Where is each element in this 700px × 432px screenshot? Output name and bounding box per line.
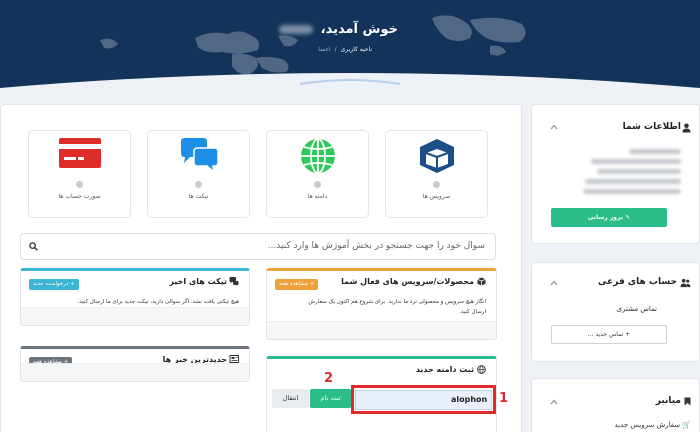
redacted-address-line3 xyxy=(585,179,681,184)
new-ticket-button[interactable]: + درخواست جدید xyxy=(29,279,79,290)
panel-title: اطلاعات شما xyxy=(622,122,681,132)
panel-title: تیکت های اخیر xyxy=(169,277,227,286)
redacted-address-line2 xyxy=(597,169,681,174)
view-all-services-button[interactable]: + مشاهده همه xyxy=(275,279,319,290)
sub-accounts-panel: حساب های فرعی تماس مشتری xyxy=(531,262,700,362)
tile-count-dot xyxy=(314,181,321,188)
domain-transfer-button[interactable]: انتقال xyxy=(272,389,309,408)
services-empty-text-line1: انگار هیچ سرویس و محصولی نزد ما ندارید. … xyxy=(308,299,486,305)
search-icon[interactable] xyxy=(29,242,38,251)
box-icon xyxy=(419,139,454,173)
order-new-service-link[interactable]: 🛒 سفارش سرویس جدید xyxy=(615,421,691,429)
redacted-address-line4 xyxy=(583,189,681,194)
chat-bubbles-icon xyxy=(180,138,219,174)
tile-count-dot xyxy=(76,181,83,188)
redacted-address-line1 xyxy=(591,159,681,164)
redacted-name xyxy=(629,149,681,154)
tile-invoices[interactable]: صورت حساب ها xyxy=(28,130,131,218)
breadcrumb-home[interactable]: اعضا xyxy=(318,46,330,53)
panel-title: میانبر xyxy=(655,396,681,406)
annotation-number-1: 1 xyxy=(499,391,509,406)
tickets-empty-text: هیچ تیکتی یافت نشد. اگر سوالی دارید، تیک… xyxy=(77,299,239,305)
breadcrumb: ناحیه کاربری/اعضا xyxy=(318,46,372,53)
breadcrumb-current: ناحیه کاربری xyxy=(340,46,372,53)
tile-services[interactable]: سرویس ها xyxy=(385,130,488,218)
tile-domains[interactable]: دامنه ها xyxy=(266,130,369,218)
chevron-up-icon[interactable] xyxy=(550,124,558,130)
tile-label: سرویس ها xyxy=(422,193,451,200)
credit-card-icon xyxy=(58,138,101,168)
contact-customer-label: تماس مشتری xyxy=(616,305,657,313)
annotation-number-2: 2 xyxy=(324,371,334,386)
latest-news-panel: جدیدترین خبر ها + مشاهده همه xyxy=(20,346,250,382)
bookmark-icon xyxy=(684,397,691,406)
tile-tickets[interactable]: تیکت ها xyxy=(147,130,250,218)
knowledgebase-search-input[interactable]: سوال خود را جهت جستجو در بخش آموزش ها وا… xyxy=(20,233,496,260)
header-wave-decoration xyxy=(0,73,700,92)
panel-footer xyxy=(21,307,249,325)
shortcuts-panel: میانبر 🛒 سفارش سرویس جدید xyxy=(531,378,700,432)
username-redacted xyxy=(279,25,314,34)
panel-title: حساب های فرعی xyxy=(598,277,677,287)
comments-icon xyxy=(229,277,239,286)
panel-title: محصولات/سرویس های فعال شما xyxy=(341,277,474,286)
panel-title: ثبت دامنه جدید xyxy=(415,365,474,374)
header-banner: خوش آمدید، ناحیه کاربری/اعضا xyxy=(0,0,700,92)
search-placeholder: سوال خود را جهت جستجو در بخش آموزش ها وا… xyxy=(267,241,485,251)
tile-count-dot xyxy=(195,181,202,188)
active-services-panel: محصولات/سرویس های فعال شما + مشاهده همه … xyxy=(266,268,497,340)
chevron-up-icon[interactable] xyxy=(550,399,558,405)
tile-label: تیکت ها xyxy=(188,193,209,200)
users-icon xyxy=(680,278,691,288)
globe-icon xyxy=(300,138,335,174)
panel-footer xyxy=(21,363,249,381)
globe-icon xyxy=(477,365,486,374)
services-empty-text-line2: ارسال کنید. xyxy=(459,309,486,315)
tile-label: دامنه ها xyxy=(307,193,328,200)
chevron-up-icon[interactable] xyxy=(550,280,558,286)
recent-tickets-panel: تیکت های اخیر + درخواست جدید هیچ تیکتی ی… xyxy=(20,268,250,326)
newspaper-icon xyxy=(229,355,239,363)
user-icon xyxy=(682,123,691,133)
welcome-title: خوش آمدید، xyxy=(279,22,398,37)
new-contact-button[interactable]: + تماس جدید ... xyxy=(551,325,667,344)
domain-register-button[interactable]: ثبت نام xyxy=(310,389,351,408)
update-info-button[interactable]: ✎ بروز رسانی xyxy=(551,208,667,227)
tile-label: صورت حساب ها xyxy=(58,193,101,200)
highlight-box xyxy=(351,385,496,414)
panel-footer xyxy=(267,321,496,339)
tile-count-dot xyxy=(433,181,440,188)
cube-icon xyxy=(477,277,486,286)
